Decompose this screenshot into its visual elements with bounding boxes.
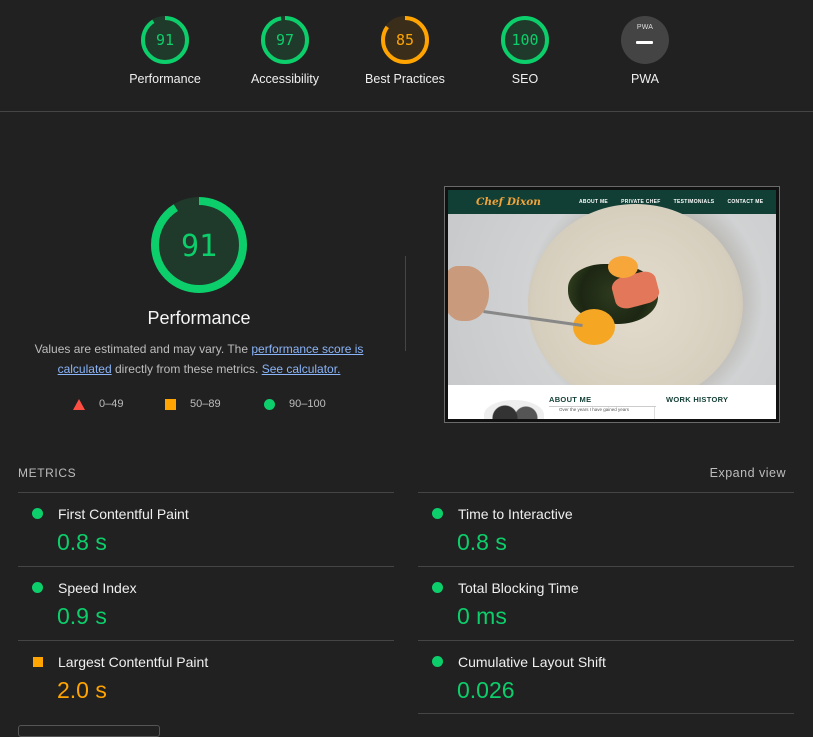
score-summary: 91 Performance 97 Accessibility 85 Best … xyxy=(0,0,813,112)
description-text-2: directly from these metrics. xyxy=(111,362,262,376)
preview-work-heading: WORK HISTORY xyxy=(666,395,729,404)
preview-about-section: ABOUT ME WORK HISTORY Over the years I h… xyxy=(448,385,776,419)
metric-name: Cumulative Layout Shift xyxy=(458,654,606,670)
preview-nav-testimonials: TESTIMONIALS xyxy=(673,199,715,205)
legend-pass: 90–100 xyxy=(264,398,326,410)
pass-icon xyxy=(432,656,443,667)
metric-name: Total Blocking Time xyxy=(458,580,579,596)
square-average-icon xyxy=(165,398,176,410)
description-text-1: Values are estimated and may vary. The xyxy=(34,342,252,356)
preview-logo: Chef Dixon xyxy=(476,196,541,208)
preview-nav-contact: CONTACT ME xyxy=(727,199,764,205)
best-practices-label: Best Practices xyxy=(365,72,445,86)
metric-value: 0 ms xyxy=(457,603,507,629)
metric-speed-index: Speed Index 0.9 s xyxy=(18,567,394,641)
seo-score: 100 xyxy=(511,31,538,49)
preview-portrait xyxy=(484,400,544,419)
pwa-label: PWA xyxy=(630,72,659,86)
preview-about-text: Over the years I have gained years xyxy=(559,407,630,412)
metric-value: 0.9 s xyxy=(57,603,107,629)
seo-gauge: 100 xyxy=(501,16,549,64)
legend-fail-range: 0–49 xyxy=(99,398,124,410)
preview-about-heading: ABOUT ME xyxy=(549,395,592,404)
average-icon xyxy=(33,657,43,667)
metric-value: 0.026 xyxy=(457,677,515,703)
summary-pwa[interactable]: PWA PWA xyxy=(585,14,705,86)
see-calculator-link[interactable]: See calculator. xyxy=(262,362,341,376)
seo-label: SEO xyxy=(511,72,539,86)
best-practices-score: 85 xyxy=(396,31,414,49)
metric-total-blocking-time: Total Blocking Time 0 ms xyxy=(418,567,794,641)
accessibility-label: Accessibility xyxy=(250,72,320,86)
summary-seo[interactable]: 100 SEO xyxy=(465,14,585,86)
legend-average: 50–89 xyxy=(165,398,221,410)
pass-icon xyxy=(32,508,43,519)
best-practices-gauge: 85 xyxy=(381,16,429,64)
performance-big-score: 91 xyxy=(181,229,217,264)
summary-best-practices[interactable]: 85 Best Practices xyxy=(345,14,465,86)
metric-value: 0.8 s xyxy=(57,529,107,555)
sauce-image xyxy=(608,256,638,278)
summary-accessibility[interactable]: 97 Accessibility xyxy=(225,14,345,86)
metric-first-contentful-paint: First Contentful Paint 0.8 s xyxy=(18,493,394,567)
preview-hero-image xyxy=(448,204,776,404)
accessibility-gauge: 97 xyxy=(261,16,309,64)
performance-label: Performance xyxy=(129,72,201,86)
legend-average-range: 50–89 xyxy=(190,398,221,410)
legend-fail: 0–49 xyxy=(73,398,123,410)
accessibility-score: 97 xyxy=(276,31,294,49)
metric-time-to-interactive: Time to Interactive 0.8 s xyxy=(418,493,794,567)
pwa-badge-text: PWA xyxy=(636,24,654,31)
triangle-fail-icon xyxy=(73,398,85,410)
performance-gauge: 91 xyxy=(141,16,189,64)
pass-icon xyxy=(32,582,43,593)
metric-value: 2.0 s xyxy=(57,677,107,703)
metrics-divider xyxy=(418,713,794,714)
metric-name: Time to Interactive xyxy=(458,506,573,522)
metrics-header: METRICS xyxy=(18,466,77,480)
pwa-dash-icon xyxy=(636,41,653,44)
view-treemap-button[interactable] xyxy=(18,725,160,737)
metric-name: Speed Index xyxy=(58,580,137,596)
metric-name: First Contentful Paint xyxy=(58,506,189,522)
preview-nav-about: ABOUT ME xyxy=(579,199,609,205)
circle-pass-icon xyxy=(264,398,275,410)
metric-value: 0.8 s xyxy=(457,529,507,555)
performance-big-gauge: 91 xyxy=(151,197,247,293)
pass-icon xyxy=(432,582,443,593)
metric-name: Largest Contentful Paint xyxy=(58,654,209,670)
metric-largest-contentful-paint: Largest Contentful Paint 2.0 s xyxy=(18,641,394,715)
site-preview: Chef Dixon ABOUT ME PRIVATE CHEF TESTIMO… xyxy=(448,190,776,419)
expand-view-toggle[interactable]: Expand view xyxy=(710,466,786,480)
performance-score: 91 xyxy=(156,31,174,49)
legend-pass-range: 90–100 xyxy=(289,398,326,410)
preview-column-divider xyxy=(654,407,655,419)
metric-cumulative-layout-shift: Cumulative Layout Shift 0.026 xyxy=(418,641,794,715)
summary-performance[interactable]: 91 Performance xyxy=(105,14,225,86)
final-screenshot[interactable]: Chef Dixon ABOUT ME PRIVATE CHEF TESTIMO… xyxy=(444,186,780,423)
pass-icon xyxy=(432,508,443,519)
vertical-divider xyxy=(405,256,406,351)
performance-description: Values are estimated and may vary. The p… xyxy=(20,339,378,379)
spoon-sauce-image xyxy=(573,309,615,345)
performance-title: Performance xyxy=(147,308,251,328)
pwa-icon xyxy=(621,16,669,64)
